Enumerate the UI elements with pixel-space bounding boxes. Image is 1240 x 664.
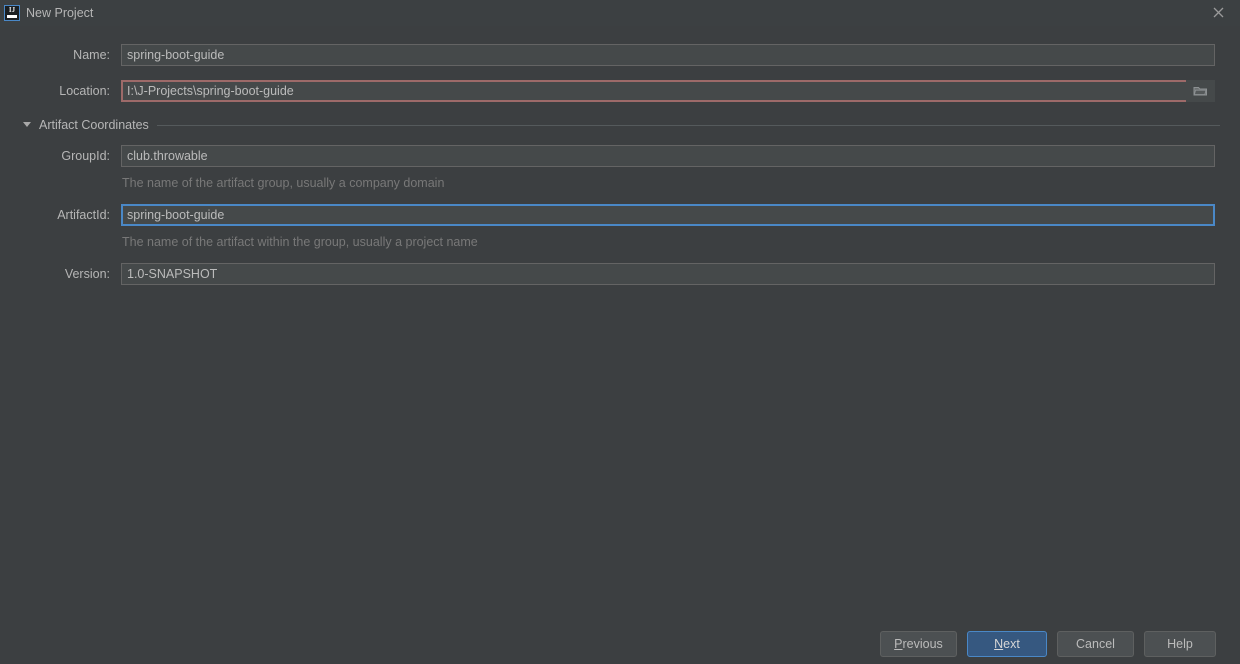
next-button-label: ext — [1003, 637, 1020, 651]
name-label: Name: — [73, 48, 110, 62]
group-id-input[interactable] — [121, 145, 1215, 167]
artifact-coordinates-label: Artifact Coordinates — [39, 118, 149, 132]
folder-icon[interactable] — [1186, 80, 1215, 102]
next-button-mnemonic: N — [994, 637, 1004, 651]
previous-button-label: revious — [902, 637, 943, 651]
close-icon[interactable] — [1208, 4, 1228, 22]
previous-button[interactable]: Previous — [880, 631, 957, 657]
help-button[interactable]: Help — [1144, 631, 1216, 657]
previous-button-mnemonic: P — [894, 637, 903, 651]
group-id-label: GroupId: — [61, 149, 110, 163]
group-id-hint: The name of the artifact group, usually … — [122, 176, 445, 190]
artifact-id-label: ArtifactId: — [57, 208, 110, 222]
artifact-id-hint: The name of the artifact within the grou… — [122, 235, 478, 249]
version-input[interactable] — [121, 263, 1215, 285]
location-input[interactable] — [121, 80, 1215, 102]
triangle-down-icon[interactable] — [23, 122, 31, 127]
cancel-button[interactable]: Cancel — [1057, 631, 1134, 657]
intellij-idea-logo-icon: IJ — [4, 5, 20, 21]
next-button[interactable]: Next — [967, 631, 1047, 657]
name-input[interactable] — [121, 44, 1215, 66]
artifact-coordinates-section-header[interactable]: Artifact Coordinates — [0, 116, 1240, 134]
location-label: Location: — [59, 84, 110, 98]
dialog-title: New Project — [26, 6, 94, 20]
dialog-titlebar: IJ New Project — [0, 0, 1240, 26]
artifact-id-input[interactable] — [121, 204, 1215, 226]
version-label: Version: — [64, 267, 110, 281]
dialog-content: Name: Location: Artifact Coordinates Gro… — [0, 26, 1240, 626]
section-divider — [157, 125, 1220, 126]
dialog-button-bar: Previous Next Cancel Help — [0, 626, 1240, 664]
